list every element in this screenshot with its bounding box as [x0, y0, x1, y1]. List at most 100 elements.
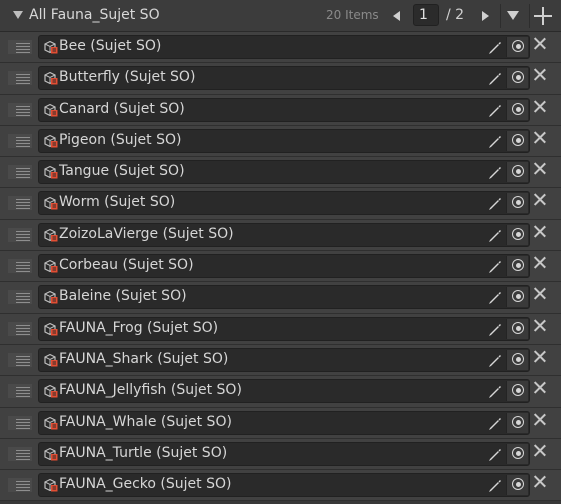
close-icon[interactable]	[533, 100, 547, 114]
dropdown-icon[interactable]	[504, 6, 524, 26]
object-picker-icon[interactable]	[506, 475, 528, 496]
object-field[interactable]: Canard (Sujet SO)	[38, 97, 530, 122]
close-icon[interactable]	[533, 131, 547, 145]
object-field[interactable]: FAUNA_Gecko (Sujet SO)	[38, 473, 530, 498]
drag-handle-icon[interactable]	[8, 196, 32, 211]
list-item: FAUNA_Gecko (Sujet SO)	[0, 470, 561, 502]
pencil-icon[interactable]	[483, 193, 505, 213]
chevron-right-icon[interactable]	[476, 6, 494, 26]
drag-handle-icon[interactable]	[8, 133, 32, 148]
object-picker-icon[interactable]	[506, 224, 528, 245]
drag-handle-icon[interactable]	[8, 415, 32, 430]
object-field[interactable]: Worm (Sujet SO)	[38, 191, 530, 216]
object-picker-icon[interactable]	[506, 130, 528, 151]
item-label: FAUNA_Shark (Sujet SO)	[59, 350, 229, 367]
close-icon[interactable]	[533, 319, 547, 333]
drag-handle-icon[interactable]	[8, 321, 32, 336]
divider	[500, 4, 501, 28]
list-title[interactable]: All Fauna_Sujet SO	[29, 7, 160, 23]
object-field[interactable]: Baleine (Sujet SO)	[38, 285, 530, 310]
list-item: FAUNA_Jellyfish (Sujet SO)	[0, 376, 561, 408]
object-picker-icon[interactable]	[506, 412, 528, 433]
close-icon[interactable]	[533, 381, 547, 395]
object-picker-icon[interactable]	[506, 381, 528, 402]
object-field[interactable]: ZoizoLaVierge (Sujet SO)	[38, 222, 530, 247]
pencil-icon[interactable]	[483, 350, 505, 370]
foldout-arrow-icon[interactable]	[13, 11, 23, 19]
item-label: Corbeau (Sujet SO)	[59, 257, 194, 274]
drag-handle-icon[interactable]	[8, 352, 32, 367]
item-label: Tangue (Sujet SO)	[59, 163, 185, 180]
object-field[interactable]: FAUNA_Whale (Sujet SO)	[38, 410, 530, 435]
drag-handle-icon[interactable]	[8, 384, 32, 399]
item-label: ZoizoLaVierge (Sujet SO)	[59, 225, 234, 242]
pencil-icon[interactable]	[483, 444, 505, 464]
item-count: 20 Items	[326, 8, 379, 22]
pencil-icon[interactable]	[483, 68, 505, 88]
drag-handle-icon[interactable]	[8, 102, 32, 117]
close-icon[interactable]	[533, 225, 547, 239]
list-item: FAUNA_Frog (Sujet SO)	[0, 313, 561, 345]
drag-handle-icon[interactable]	[8, 227, 32, 242]
object-field[interactable]: FAUNA_Turtle (Sujet SO)	[38, 441, 530, 466]
plus-icon[interactable]	[532, 5, 554, 27]
close-icon[interactable]	[533, 193, 547, 207]
close-icon[interactable]	[533, 444, 547, 458]
drag-handle-icon[interactable]	[8, 446, 32, 461]
close-icon[interactable]	[533, 37, 547, 51]
list-item: Baleine (Sujet SO)	[0, 282, 561, 314]
pencil-icon[interactable]	[483, 287, 505, 307]
scriptable-object-icon	[44, 353, 58, 367]
divider	[529, 4, 530, 28]
pencil-icon[interactable]	[483, 256, 505, 276]
pencil-icon[interactable]	[483, 225, 505, 245]
close-icon[interactable]	[533, 287, 547, 301]
drag-handle-icon[interactable]	[8, 71, 32, 86]
scriptable-object-icon	[44, 478, 58, 492]
list-item: Canard (Sujet SO)	[0, 94, 561, 126]
object-field[interactable]: Pigeon (Sujet SO)	[38, 128, 530, 153]
close-icon[interactable]	[533, 413, 547, 427]
object-field[interactable]: Bee (Sujet SO)	[38, 35, 530, 59]
pencil-icon[interactable]	[483, 413, 505, 433]
object-field[interactable]: FAUNA_Jellyfish (Sujet SO)	[38, 379, 530, 404]
close-icon[interactable]	[533, 162, 547, 176]
drag-handle-icon[interactable]	[8, 259, 32, 274]
list-item: Corbeau (Sujet SO)	[0, 251, 561, 283]
drag-handle-icon[interactable]	[8, 40, 32, 54]
page-input[interactable]: 1	[413, 4, 439, 26]
object-field[interactable]: Tangue (Sujet SO)	[38, 160, 530, 185]
object-picker-icon[interactable]	[506, 99, 528, 120]
object-picker-icon[interactable]	[506, 349, 528, 370]
object-field[interactable]: FAUNA_Frog (Sujet SO)	[38, 316, 530, 341]
pencil-icon[interactable]	[483, 381, 505, 401]
object-picker-icon[interactable]	[506, 443, 528, 464]
pencil-icon[interactable]	[483, 131, 505, 151]
close-icon[interactable]	[533, 350, 547, 364]
pencil-icon[interactable]	[483, 475, 505, 495]
close-icon[interactable]	[533, 68, 547, 82]
drag-handle-icon[interactable]	[8, 165, 32, 180]
list-item: Pigeon (Sujet SO)	[0, 125, 561, 158]
object-picker-icon[interactable]	[506, 37, 528, 57]
object-picker-icon[interactable]	[506, 162, 528, 183]
object-picker-icon[interactable]	[506, 256, 528, 277]
close-icon[interactable]	[533, 256, 547, 270]
object-field[interactable]: Butterfly (Sujet SO)	[38, 66, 530, 91]
item-label: Butterfly (Sujet SO)	[59, 69, 196, 86]
object-field[interactable]: Corbeau (Sujet SO)	[38, 254, 530, 279]
object-picker-icon[interactable]	[506, 68, 528, 89]
object-field[interactable]: FAUNA_Shark (Sujet SO)	[38, 347, 530, 372]
pencil-icon[interactable]	[483, 162, 505, 182]
drag-handle-icon[interactable]	[8, 478, 32, 493]
object-picker-icon[interactable]	[506, 287, 528, 308]
item-label: Worm (Sujet SO)	[59, 194, 176, 211]
object-picker-icon[interactable]	[506, 318, 528, 339]
pencil-icon[interactable]	[483, 319, 505, 339]
pencil-icon[interactable]	[483, 37, 505, 57]
drag-handle-icon[interactable]	[8, 290, 32, 305]
object-picker-icon[interactable]	[506, 193, 528, 214]
pencil-icon[interactable]	[483, 100, 505, 120]
close-icon[interactable]	[533, 475, 547, 489]
chevron-left-icon[interactable]	[388, 6, 406, 26]
